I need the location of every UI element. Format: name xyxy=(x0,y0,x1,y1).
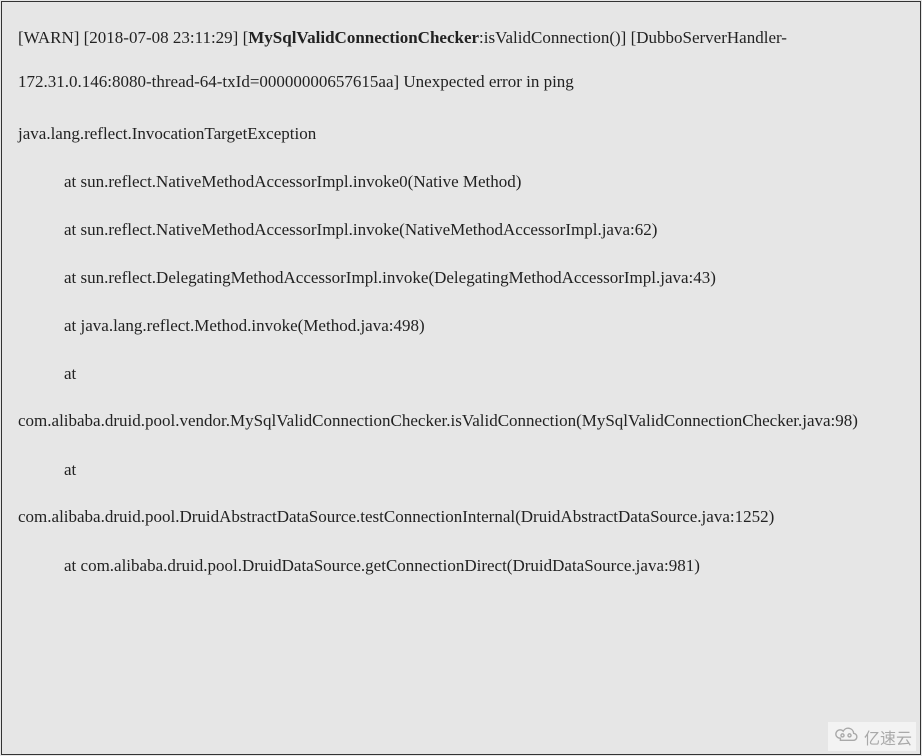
log-document: [WARN] [2018-07-08 23:11:29] [MySqlValid… xyxy=(1,1,921,755)
stack-frame: at sun.reflect.NativeMethodAccessorImpl.… xyxy=(18,213,904,247)
watermark-text: 亿速云 xyxy=(864,725,912,749)
stack-frame: at sun.reflect.NativeMethodAccessorImpl.… xyxy=(18,165,904,199)
stack-frame: at com.alibaba.druid.pool.DruidDataSourc… xyxy=(18,549,904,583)
watermark: 亿速云 xyxy=(828,722,916,751)
stack-at: at xyxy=(18,357,904,391)
stack-frame-wrapped: com.alibaba.druid.pool.vendor.MySqlValid… xyxy=(18,399,904,443)
stack-frame: at sun.reflect.DelegatingMethodAccessorI… xyxy=(18,261,904,295)
stack-at: at xyxy=(18,453,904,487)
log-header-line: [WARN] [2018-07-08 23:11:29] [MySqlValid… xyxy=(18,16,904,104)
exception-class: java.lang.reflect.InvocationTargetExcept… xyxy=(18,112,904,156)
log-class-bold: MySqlValidConnectionChecker xyxy=(248,28,479,47)
cloud-icon xyxy=(832,724,860,749)
log-prefix: [WARN] [2018-07-08 23:11:29] [ xyxy=(18,28,248,47)
stack-frame: at java.lang.reflect.Method.invoke(Metho… xyxy=(18,309,904,343)
stack-frame-wrapped: com.alibaba.druid.pool.DruidAbstractData… xyxy=(18,495,904,539)
